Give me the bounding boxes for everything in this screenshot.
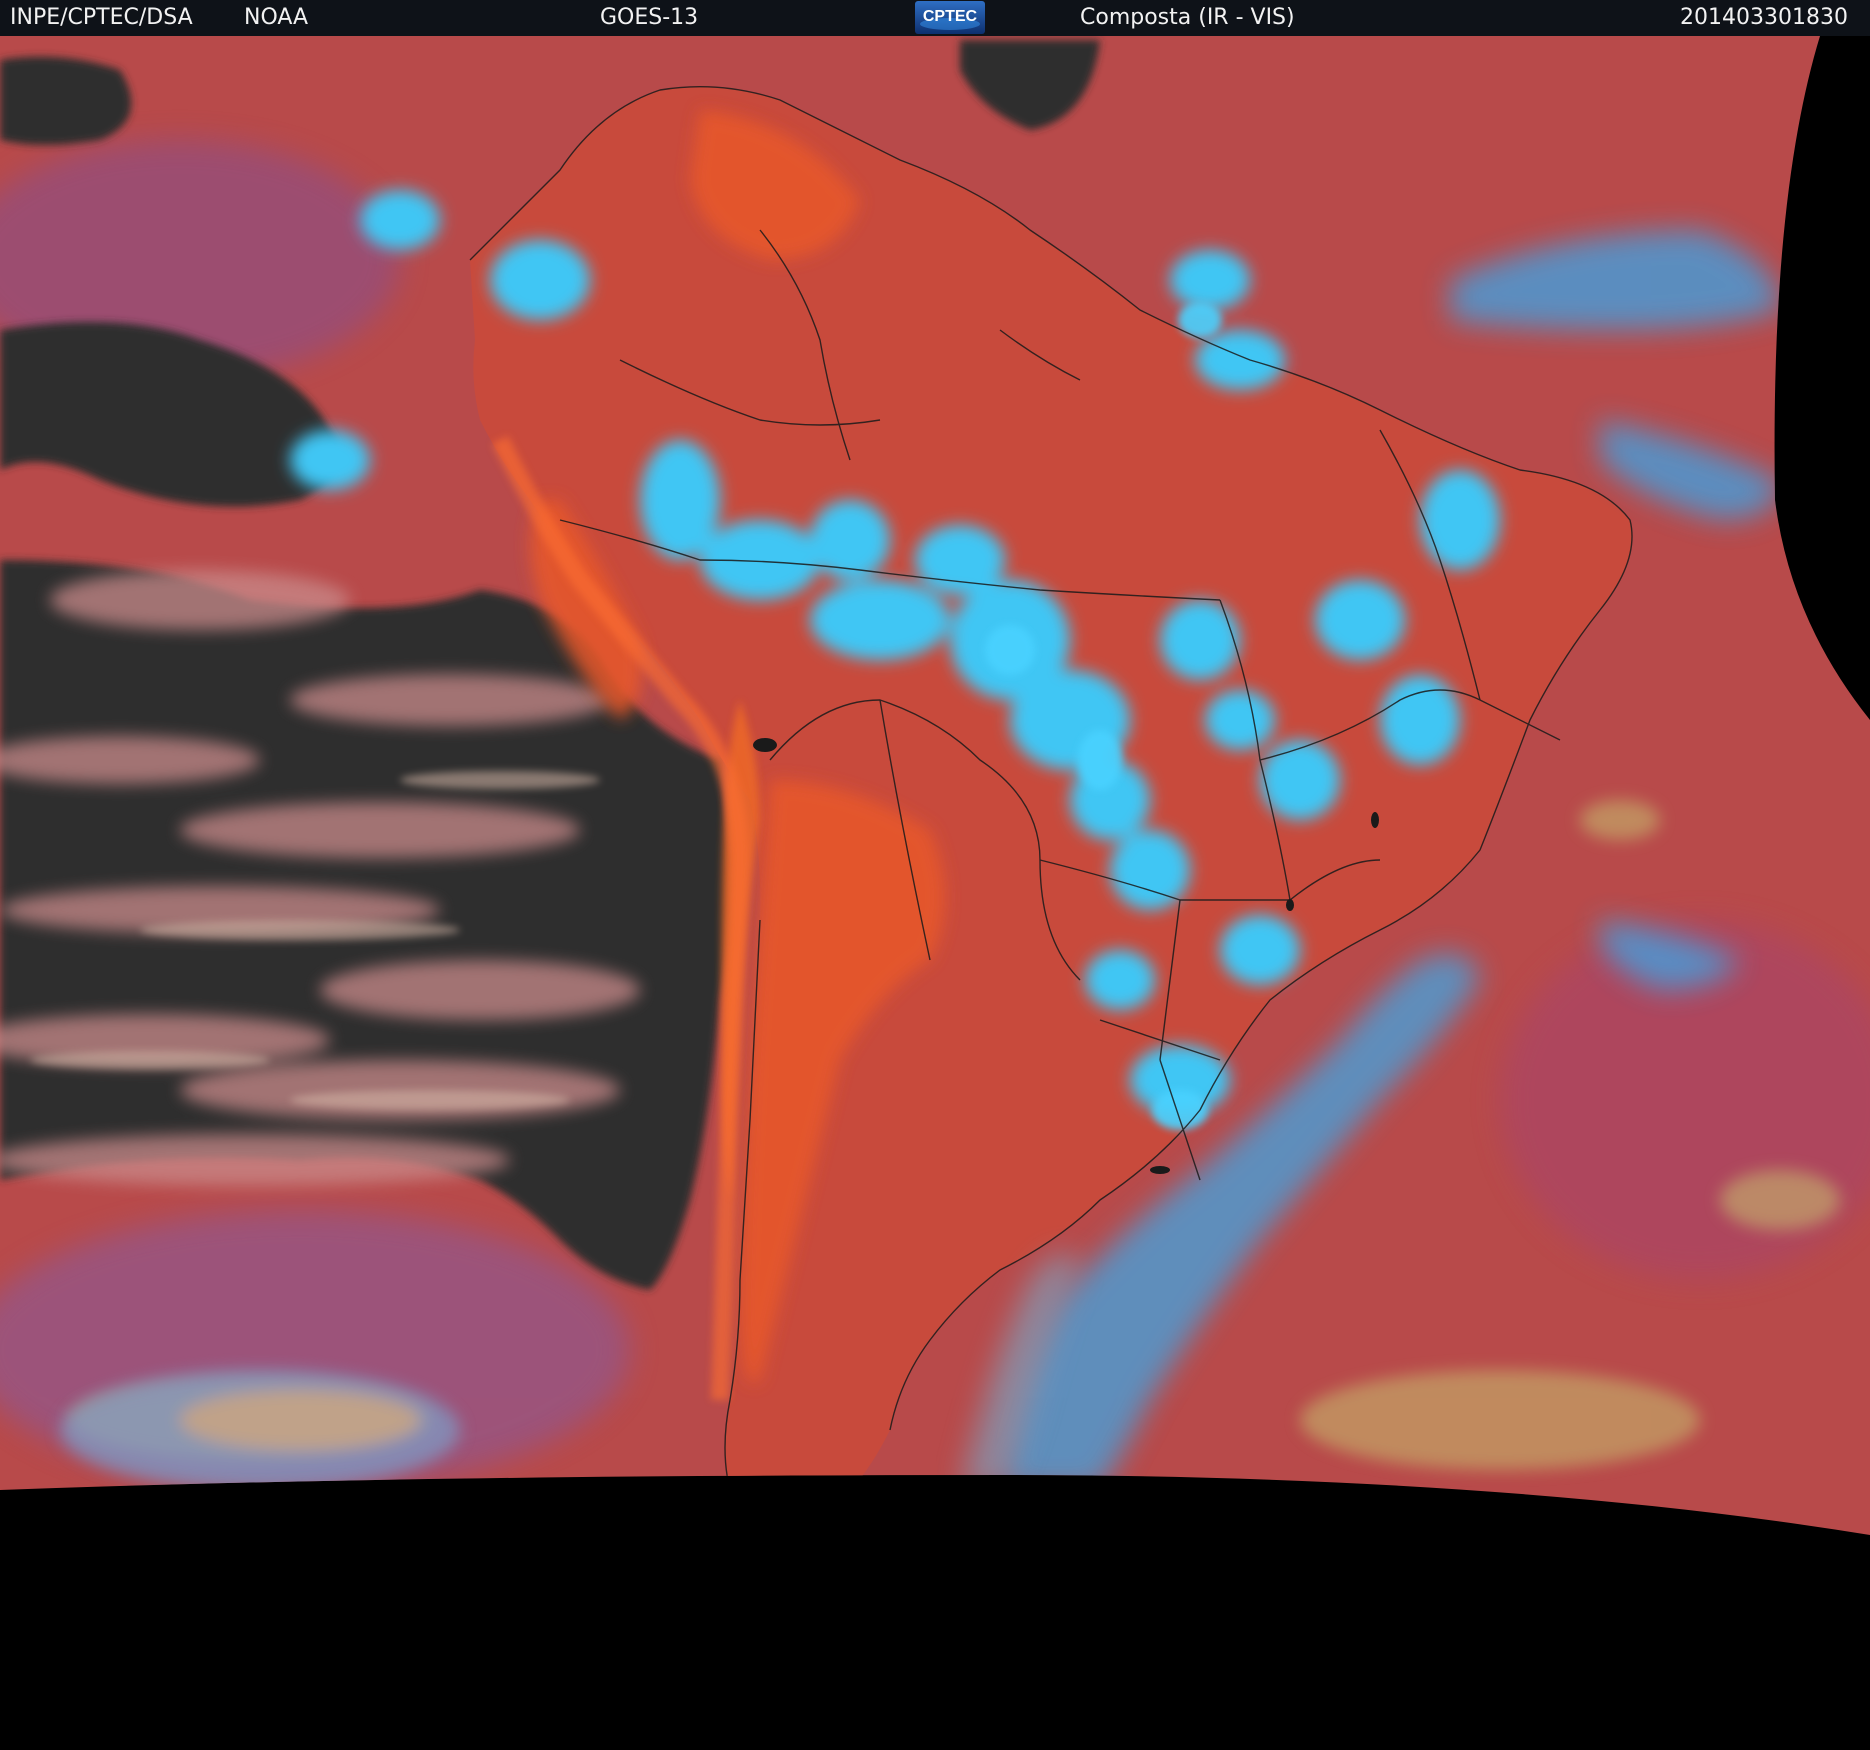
source-label: NOAA: [244, 5, 309, 30]
cptec-logo: CPTEC: [915, 1, 985, 34]
header-bar: INPE/CPTEC/DSA NOAA GOES-13 CPTEC Compos…: [0, 0, 1870, 36]
agency-label: INPE/CPTEC/DSA: [10, 5, 193, 30]
product-label: Composta (IR - VIS): [1080, 5, 1295, 30]
satellite-image: [0, 36, 1870, 1750]
timestamp-label: 201403301830: [1680, 5, 1848, 30]
satellite-label: GOES-13: [600, 5, 699, 30]
logo-text: CPTEC: [923, 8, 978, 25]
